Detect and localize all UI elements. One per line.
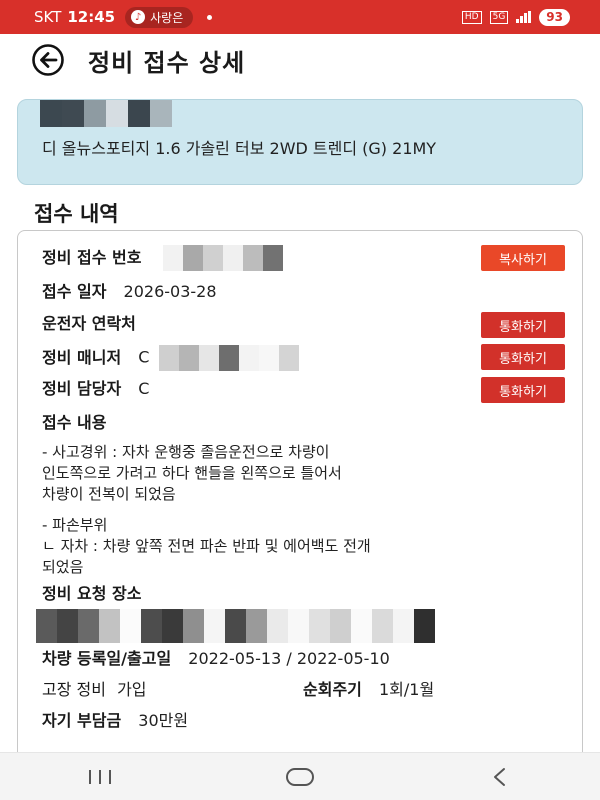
copy-button[interactable]: 복사하기	[481, 245, 565, 271]
5g-icon: 5G	[489, 10, 509, 24]
navigation-bar	[0, 752, 600, 800]
deductible-value: 30만원	[138, 711, 189, 730]
accident-line: 차량이 전복이 되었음	[42, 485, 176, 503]
manager-row: 정비 매니저 C	[42, 345, 299, 371]
app-header: 정비 접수 상세	[0, 34, 600, 86]
status-time: 12:45	[67, 8, 116, 26]
staff-row: 정비 담당자 C	[42, 378, 149, 400]
repair-row: 고장 정비 가입	[42, 679, 147, 701]
back-arrow-icon[interactable]	[28, 40, 68, 80]
home-icon[interactable]	[270, 757, 330, 797]
damage-line: ㄴ 자차 : 차량 앞쪽 전면 파손 반파 및 에어백도 전개	[42, 537, 371, 555]
driver-contact-label: 운전자 연락처	[42, 314, 136, 333]
receipt-number-redacted	[162, 245, 283, 271]
receipt-date-value: 2026-03-28	[123, 282, 217, 301]
volte-icon: HD	[461, 10, 482, 24]
cycle-row: 순회주기 1회/1월	[303, 679, 434, 701]
driver-contact-row: 운전자 연락처	[42, 313, 148, 335]
registration-date-value: 2022-05-13 / 2022-05-10	[188, 649, 390, 668]
license-plate-redacted	[40, 100, 172, 127]
receipt-date-label: 접수 일자	[42, 282, 107, 301]
page-title: 정비 접수 상세	[88, 48, 246, 77]
deductible-row: 자기 부담금 30만원	[42, 710, 188, 732]
call-staff-button[interactable]: 통화하기	[481, 377, 565, 403]
music-app-icon: ♪	[131, 10, 146, 24]
registration-date-row: 차량 등록일/출고일 2022-05-13 / 2022-05-10	[42, 648, 390, 670]
signal-strength-icon	[516, 11, 532, 23]
call-driver-button[interactable]: 통화하기	[481, 312, 565, 338]
request-place-label: 정비 요청 장소	[42, 584, 142, 603]
vehicle-name: 디 올뉴스포티지 1.6 가솔린 터보 2WD 트렌디 (G) 21MY	[42, 139, 437, 158]
staff-label: 정비 담당자	[42, 379, 122, 398]
staff-value: C	[138, 379, 150, 398]
request-place-row: 정비 요청 장소	[42, 583, 153, 605]
manager-name-redacted	[158, 345, 299, 371]
repair-value: 가입	[117, 680, 147, 699]
cycle-value: 1회/1월	[378, 680, 435, 699]
status-icons: HD 5G 93	[461, 8, 586, 26]
repair-label: 고장 정비	[42, 680, 106, 699]
content-label-row: 접수 내용	[42, 412, 118, 434]
recent-apps-icon[interactable]	[70, 757, 130, 797]
registration-date-label: 차량 등록일/출고일	[42, 649, 172, 668]
vehicle-card: 디 올뉴스포티지 1.6 가솔린 터보 2WD 트렌디 (G) 21MY	[17, 99, 583, 185]
media-notification-pill[interactable]: ♪ 사랑은	[125, 6, 194, 28]
call-manager-button[interactable]: 통화하기	[481, 344, 565, 370]
carrier-label: SKT	[34, 8, 62, 26]
damage-line: 되었음	[42, 558, 84, 576]
cycle-label: 순회주기	[303, 680, 362, 699]
receipt-date-row: 접수 일자 2026-03-28	[42, 281, 217, 303]
accident-line: 인도쪽으로 가려고 하다 핸들을 왼쪽으로 틀어서	[42, 464, 342, 482]
deductible-label: 자기 부담금	[42, 711, 122, 730]
damage-description: - 파손부위 ㄴ 자차 : 차량 앞쪽 전면 파손 반파 및 에어백도 전개 되…	[42, 515, 552, 578]
media-notification-label: 사랑은	[150, 10, 184, 25]
content-label: 접수 내용	[42, 413, 107, 432]
section-title: 접수 내역	[34, 202, 119, 226]
accident-description: - 사고경위 : 자차 운행중 졸음운전으로 차량이 인도쪽으로 가려고 하다 …	[42, 442, 552, 505]
accident-line: - 사고경위 : 자차 운행중 졸음운전으로 차량이	[42, 443, 330, 461]
damage-line: - 파손부위	[42, 516, 108, 534]
manager-label: 정비 매니저	[42, 347, 122, 367]
manager-value: C	[138, 347, 150, 367]
receipt-detail-card: 정비 접수 번호 복사하기 접수 일자 2026-03-28 운전자 연락처 통…	[17, 230, 583, 770]
back-chevron-icon[interactable]	[470, 757, 530, 797]
status-bar: SKT 12:45 ♪ 사랑은 HD 5G 93	[0, 0, 600, 34]
battery-badge: 93	[539, 8, 570, 26]
request-place-redacted	[36, 609, 435, 643]
receipt-number-label: 정비 접수 번호	[42, 247, 142, 267]
notification-dot-icon	[207, 14, 213, 20]
receipt-number-row: 정비 접수 번호	[42, 245, 283, 271]
